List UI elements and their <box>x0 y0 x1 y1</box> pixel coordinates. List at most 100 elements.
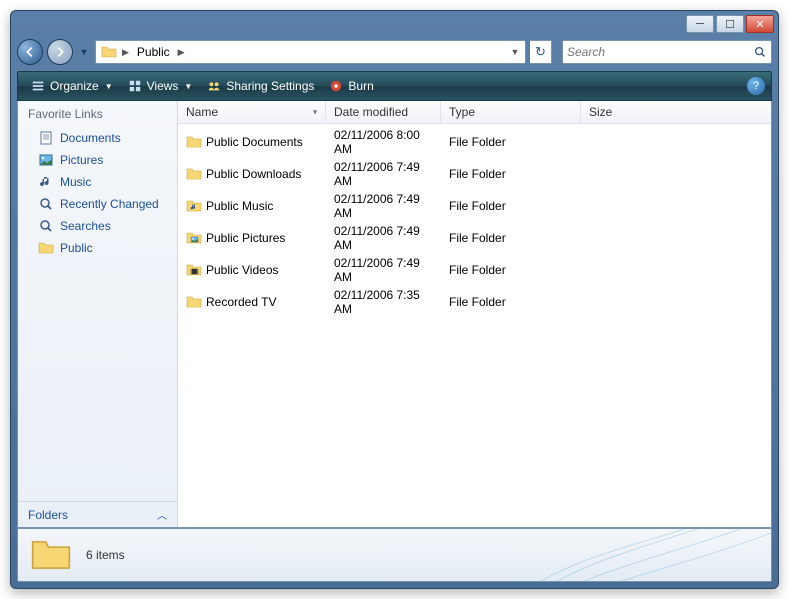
organize-icon <box>30 78 46 94</box>
video-folder-icon <box>186 262 202 278</box>
file-date: 02/11/2006 7:35 AM <box>326 287 441 317</box>
file-name: Public Videos <box>206 263 279 277</box>
pictures-icon <box>38 152 54 168</box>
sidebar-item-recently-changed[interactable]: Recently Changed <box>18 193 177 215</box>
chevron-down-icon: ▼ <box>184 82 192 91</box>
search-icon <box>38 218 54 234</box>
music-icon <box>38 174 54 190</box>
folders-toggle[interactable]: Folders ︿ <box>18 501 177 527</box>
content-area: Favorite Links Documents Pictures Music Rec… <box>17 101 772 528</box>
file-row[interactable]: Public Pictures 02/11/2006 7:49 AMFile Fo… <box>178 222 771 254</box>
file-date: 02/11/2006 7:49 AM <box>326 223 441 253</box>
search-box[interactable] <box>562 40 772 64</box>
file-name: Recorded TV <box>206 295 276 309</box>
folder-icon <box>100 43 118 61</box>
minimize-button[interactable]: ─ <box>686 15 714 33</box>
navigation-row: ▼ ▶ Public ▶ ▼ ↻ <box>17 37 772 67</box>
favorites-sidebar: Favorite Links Documents Pictures Music Rec… <box>18 101 178 527</box>
details-pane: 6 items <box>17 528 772 582</box>
sidebar-item-label: Documents <box>60 131 121 145</box>
file-size <box>581 301 771 303</box>
breadcrumb-current[interactable]: Public <box>131 45 176 59</box>
chevron-down-icon: ▼ <box>105 82 113 91</box>
column-headers: Name▾ Date modified Type Size <box>178 101 771 124</box>
folder-icon <box>30 534 72 576</box>
file-type: File Folder <box>441 198 581 214</box>
file-date: 02/11/2006 8:00 AM <box>326 127 441 157</box>
command-bar: Organize ▼ Views ▼ Sharing Settings Burn… <box>17 71 772 101</box>
folders-label: Folders <box>28 508 68 522</box>
sidebar-item-label: Searches <box>60 219 111 233</box>
file-type: File Folder <box>441 166 581 182</box>
breadcrumb-root-chevron[interactable]: ▶ <box>120 47 131 58</box>
favorites-heading: Favorite Links <box>18 101 177 127</box>
folder-icon <box>186 134 202 150</box>
file-name: Public Pictures <box>206 231 285 245</box>
views-icon <box>127 78 143 94</box>
sidebar-item-label: Recently Changed <box>60 197 159 211</box>
music-folder-icon <box>186 198 202 214</box>
file-size <box>581 269 771 271</box>
address-bar[interactable]: ▶ Public ▶ ▼ <box>95 40 526 64</box>
file-type: File Folder <box>441 262 581 278</box>
column-size[interactable]: Size <box>581 101 771 123</box>
file-size <box>581 173 771 175</box>
breadcrumb-chevron[interactable]: ▶ <box>176 47 187 58</box>
maximize-button[interactable]: ☐ <box>716 15 744 33</box>
folder-icon <box>38 240 54 256</box>
decorative-swoosh <box>541 528 772 582</box>
sharing-settings-button[interactable]: Sharing Settings <box>200 75 320 97</box>
sidebar-item-label: Music <box>60 175 91 189</box>
sharing-label: Sharing Settings <box>226 79 314 93</box>
search-icon[interactable] <box>753 45 767 59</box>
file-type: File Folder <box>441 230 581 246</box>
sidebar-item-searches[interactable]: Searches <box>18 215 177 237</box>
file-type: File Folder <box>441 294 581 310</box>
file-size <box>581 141 771 143</box>
explorer-window: ─ ☐ ✕ ▼ ▶ Public ▶ ▼ ↻ <box>10 10 779 589</box>
back-button[interactable] <box>17 39 43 65</box>
item-count: 6 items <box>86 548 125 562</box>
file-type: File Folder <box>441 134 581 150</box>
sidebar-item-label: Pictures <box>60 153 103 167</box>
sharing-icon <box>206 78 222 94</box>
burn-label: Burn <box>348 79 373 93</box>
titlebar[interactable]: ─ ☐ ✕ <box>11 11 778 37</box>
file-name: Public Music <box>206 199 273 213</box>
forward-button[interactable] <box>47 39 73 65</box>
organize-label: Organize <box>50 79 99 93</box>
address-dropdown[interactable]: ▼ <box>507 47 523 57</box>
file-size <box>581 237 771 239</box>
nav-history-dropdown[interactable]: ▼ <box>77 42 91 62</box>
sidebar-item-public[interactable]: Public <box>18 237 177 259</box>
burn-button[interactable]: Burn <box>322 75 379 97</box>
sidebar-item-music[interactable]: Music <box>18 171 177 193</box>
sidebar-item-pictures[interactable]: Pictures <box>18 149 177 171</box>
sidebar-item-documents[interactable]: Documents <box>18 127 177 149</box>
chevron-up-icon: ︿ <box>157 507 167 522</box>
column-name[interactable]: Name▾ <box>178 101 326 123</box>
search-icon <box>38 196 54 212</box>
file-row[interactable]: Public Videos 02/11/2006 7:49 AMFile Fold… <box>178 254 771 286</box>
file-date: 02/11/2006 7:49 AM <box>326 255 441 285</box>
file-name: Public Downloads <box>206 167 301 181</box>
organize-button[interactable]: Organize ▼ <box>24 75 119 97</box>
file-row[interactable]: Public Music02/11/2006 7:49 AMFile Folde… <box>178 190 771 222</box>
file-row[interactable]: Public Documents 02/11/2006 8:00 AMFile F… <box>178 126 771 158</box>
sidebar-item-label: Public <box>60 241 93 255</box>
file-name: Public Documents <box>206 135 303 149</box>
column-type[interactable]: Type <box>441 101 581 123</box>
file-row[interactable]: Public Downloads 02/11/2006 7:49 AMFile F… <box>178 158 771 190</box>
sort-indicator-icon: ▾ <box>313 108 317 117</box>
search-input[interactable] <box>567 45 753 59</box>
file-rows: Public Documents02/11/2006 8:00 AMFile F… <box>178 124 771 527</box>
file-date: 02/11/2006 7:49 AM <box>326 159 441 189</box>
close-button[interactable]: ✕ <box>746 15 774 33</box>
views-button[interactable]: Views ▼ <box>121 75 199 97</box>
help-button[interactable]: ? <box>747 77 765 95</box>
refresh-button[interactable]: ↻ <box>530 40 552 64</box>
column-date[interactable]: Date modified <box>326 101 441 123</box>
file-row[interactable]: Recorded TV 02/11/2006 7:35 AMFile Folder <box>178 286 771 318</box>
views-label: Views <box>147 79 179 93</box>
file-size <box>581 205 771 207</box>
